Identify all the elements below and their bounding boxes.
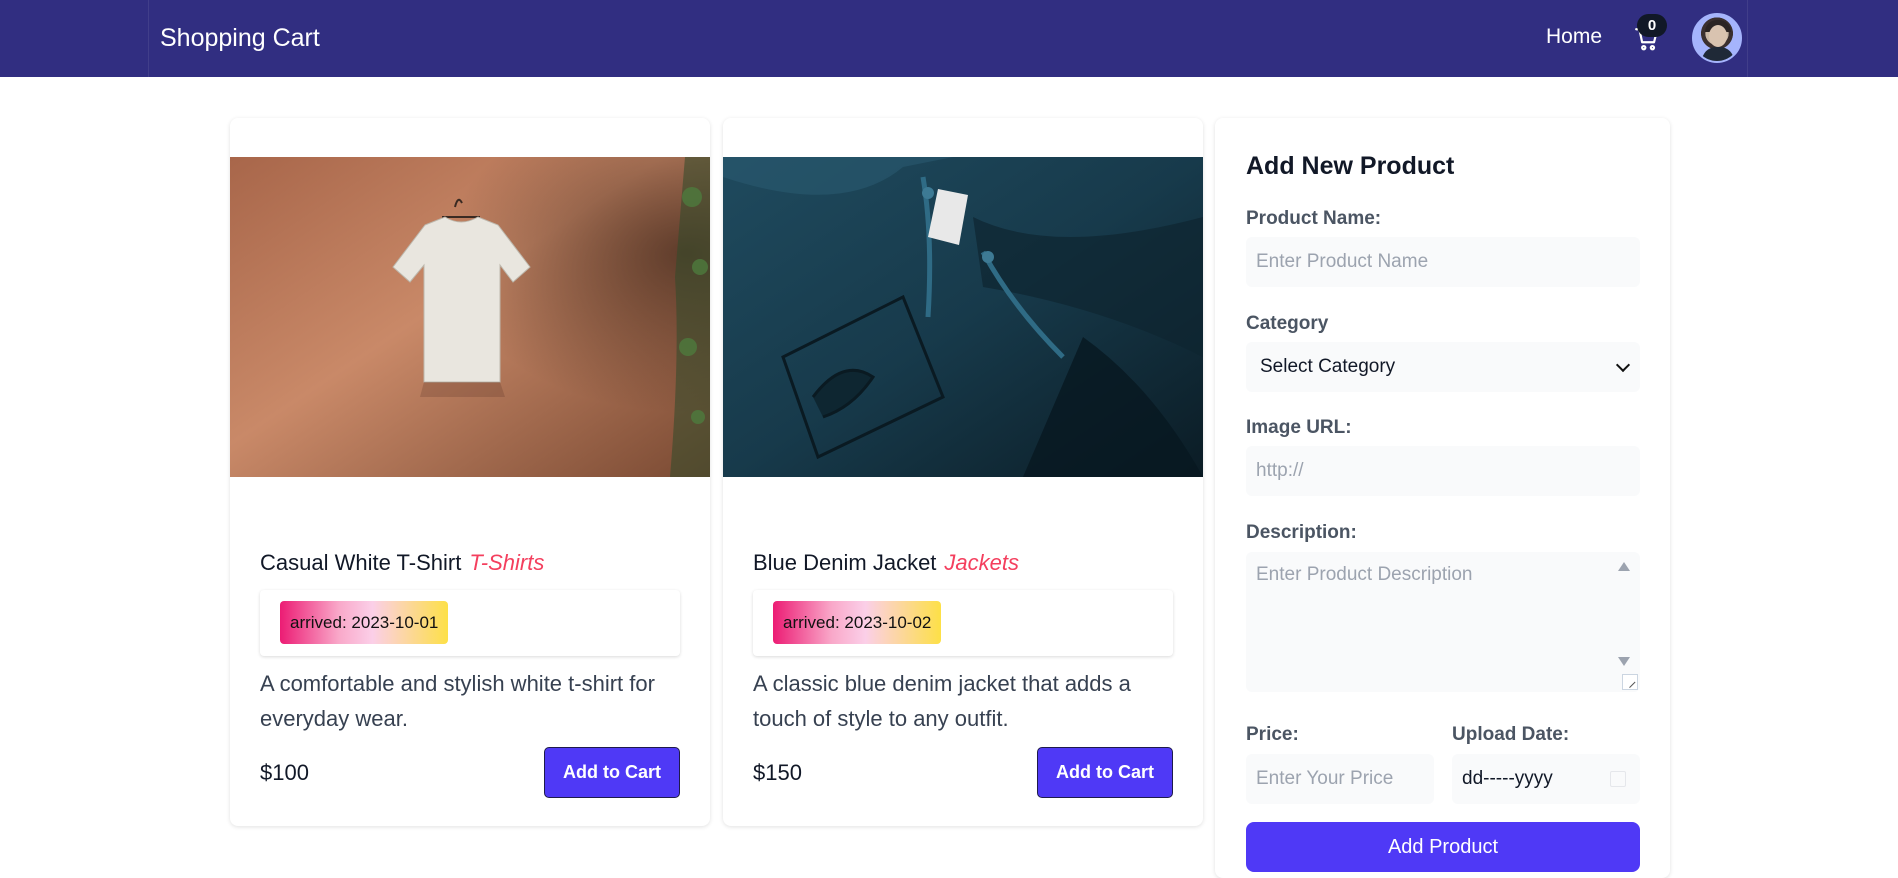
cart-count-badge: 0 bbox=[1637, 14, 1667, 37]
calendar-icon[interactable] bbox=[1610, 771, 1626, 787]
product-title: Casual White T-Shirt T-Shirts bbox=[260, 550, 544, 576]
scroll-down-icon[interactable] bbox=[1618, 657, 1630, 666]
product-name: Casual White T-Shirt bbox=[260, 550, 462, 575]
product-category: T-Shirts bbox=[469, 550, 545, 575]
app-title[interactable]: Shopping Cart bbox=[160, 24, 320, 53]
add-to-cart-button[interactable]: Add to Cart bbox=[1037, 747, 1173, 798]
description-placeholder: Enter Product Description bbox=[1256, 564, 1473, 585]
product-card: Casual White T-Shirt T-Shirts arrived: 20… bbox=[230, 118, 710, 826]
category-selected-value: Select Category bbox=[1260, 356, 1396, 377]
product-card: Blue Denim Jacket Jackets arrived: 2023-1… bbox=[723, 118, 1203, 826]
description-label: Description: bbox=[1246, 522, 1357, 543]
upload-date-value: dd-----yyyy bbox=[1462, 768, 1553, 789]
arrival-date-box: arrived: 2023-10-01 bbox=[260, 590, 680, 656]
price-label: Price: bbox=[1246, 724, 1299, 745]
add-to-cart-button[interactable]: Add to Cart bbox=[544, 747, 680, 798]
product-description: A classic blue denim jacket that adds a … bbox=[753, 671, 1131, 731]
add-product-button[interactable]: Add Product bbox=[1246, 822, 1640, 872]
product-description: A comfortable and stylish white t-shirt … bbox=[260, 671, 655, 731]
chevron-down-icon bbox=[1615, 357, 1631, 373]
arrival-date-badge: arrived: 2023-10-02 bbox=[773, 601, 942, 644]
nav-home-link[interactable]: Home bbox=[1546, 25, 1602, 49]
product-image-tshirt bbox=[230, 157, 710, 477]
upload-date-label: Upload Date: bbox=[1452, 724, 1570, 745]
product-price: $150 bbox=[753, 760, 802, 785]
image-url-label: Image URL: bbox=[1246, 417, 1352, 438]
image-url-input[interactable]: http:// bbox=[1246, 446, 1640, 496]
arrival-date-box: arrived: 2023-10-02 bbox=[753, 590, 1173, 656]
product-category: Jackets bbox=[944, 550, 1020, 575]
arrival-date-badge: arrived: 2023-10-01 bbox=[280, 601, 449, 644]
description-textarea[interactable]: Enter Product Description bbox=[1246, 552, 1640, 692]
scroll-up-icon[interactable] bbox=[1618, 562, 1630, 571]
product-name-input[interactable]: Enter Product Name bbox=[1246, 237, 1640, 287]
category-select[interactable]: Select Category bbox=[1246, 342, 1640, 392]
upload-date-input[interactable]: dd-----yyyy bbox=[1452, 754, 1640, 804]
navbar-container: Shopping Cart Home 0 bbox=[148, 0, 1748, 77]
product-price: $100 bbox=[260, 760, 309, 785]
product-name-label: Product Name: bbox=[1246, 208, 1382, 229]
product-title: Blue Denim Jacket Jackets bbox=[753, 550, 1019, 576]
product-image-jacket bbox=[723, 157, 1203, 477]
category-label: Category bbox=[1246, 313, 1329, 334]
add-product-form: Add New Product Product Name: Enter Prod… bbox=[1215, 118, 1670, 878]
user-avatar[interactable] bbox=[1692, 13, 1742, 63]
navbar: Shopping Cart Home 0 bbox=[0, 0, 1898, 77]
resize-handle-icon[interactable] bbox=[1622, 674, 1638, 690]
product-name: Blue Denim Jacket bbox=[753, 550, 937, 575]
form-title: Add New Product bbox=[1246, 152, 1455, 180]
price-input[interactable]: Enter Your Price bbox=[1246, 754, 1434, 804]
